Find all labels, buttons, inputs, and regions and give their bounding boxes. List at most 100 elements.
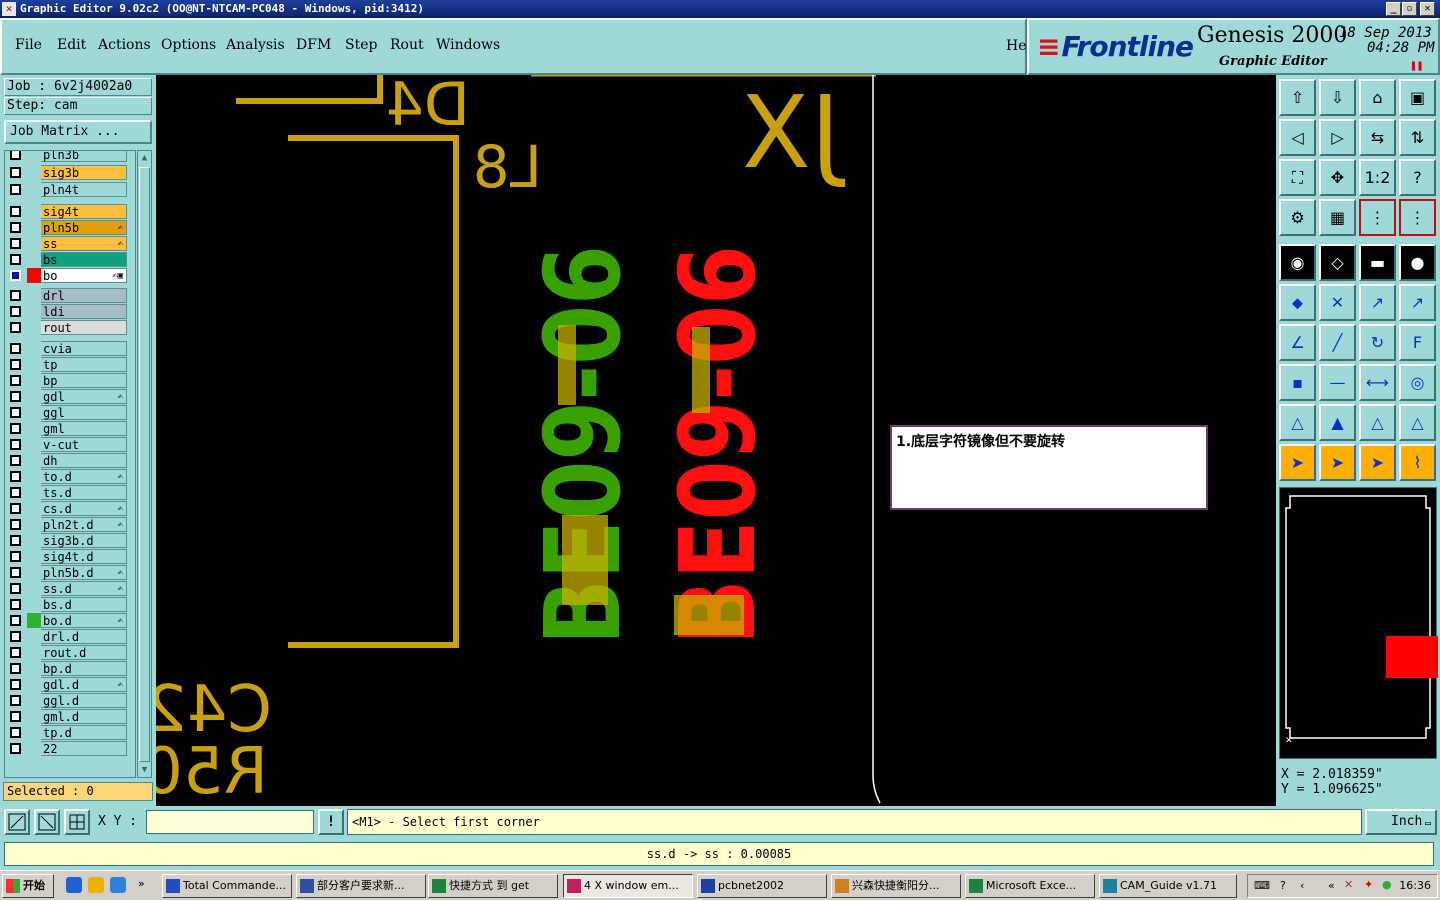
units-select[interactable]: Inch ▭: [1365, 809, 1437, 835]
net-icon[interactable]: ⬥: [1279, 284, 1316, 321]
scale-1-2-icon[interactable]: 1:2: [1359, 159, 1396, 196]
layer-row[interactable]: ss ✍: [5, 236, 135, 251]
tray-app-icon[interactable]: ✦: [1364, 878, 1373, 891]
scroll-up-icon[interactable]: ▲: [139, 151, 150, 165]
point-move-icon[interactable]: ↗: [1399, 284, 1436, 321]
ie-icon[interactable]: [110, 877, 126, 893]
keyboard-icon[interactable]: ⌨: [1254, 879, 1270, 892]
minimize-button[interactable]: _: [1386, 2, 1401, 16]
layer-checkbox[interactable]: [10, 679, 21, 690]
layer-checkbox[interactable]: [10, 423, 21, 434]
layer-row[interactable]: ggl: [5, 405, 135, 420]
scroll-thumb[interactable]: [139, 167, 150, 762]
menu-edit[interactable]: Edit: [57, 37, 86, 53]
close-button[interactable]: ✕: [1420, 2, 1435, 16]
layer-checkbox[interactable]: [10, 322, 21, 333]
angle-icon[interactable]: ∠: [1279, 324, 1316, 361]
cross-icon[interactable]: ✕: [1319, 284, 1356, 321]
fit-icon[interactable]: ⛶: [1279, 159, 1316, 196]
home-icon[interactable]: ⌂: [1359, 79, 1396, 116]
xwin-icon[interactable]: ✕: [1344, 878, 1353, 891]
snap-grid-icon[interactable]: [64, 809, 90, 835]
line-point-icon[interactable]: ↗: [1359, 284, 1396, 321]
layer-checkbox[interactable]: [10, 151, 21, 160]
layer-row[interactable]: v-cut: [5, 437, 135, 452]
layer-list-scrollbar[interactable]: ▲ ▼: [137, 150, 152, 778]
layer-row[interactable]: pln4t: [5, 182, 135, 197]
layer-checkbox[interactable]: [10, 599, 21, 610]
layer-row[interactable]: 22: [5, 741, 135, 756]
layer-row[interactable]: sig3b.d: [5, 533, 135, 548]
layer-row[interactable]: to.d ✍: [5, 469, 135, 484]
tray-more-icon[interactable]: «: [1328, 879, 1335, 892]
quicklaunch-more-icon[interactable]: »: [138, 877, 145, 890]
taskbar-item[interactable]: 快捷方式 到 get: [428, 874, 558, 898]
dot-icon[interactable]: ●: [1399, 244, 1436, 281]
layer-row[interactable]: gml: [5, 421, 135, 436]
layer-checkbox[interactable]: [10, 206, 21, 217]
layer-row[interactable]: pln3b: [5, 151, 135, 162]
pad-icon[interactable]: ▪: [1279, 364, 1316, 401]
layer-checkbox[interactable]: [10, 535, 21, 546]
ruler-icon[interactable]: ▬: [1359, 244, 1396, 281]
layer-checkbox[interactable]: [10, 551, 21, 562]
layer-row[interactable]: bo.d ✍: [5, 613, 135, 628]
layer-checkbox[interactable]: [10, 407, 21, 418]
layer-checkbox[interactable]: [10, 391, 21, 402]
check-in-icon[interactable]: ⇩: [1319, 79, 1356, 116]
layer-row[interactable]: pln5b.d ✍: [5, 565, 135, 580]
import-icon[interactable]: ◁: [1279, 119, 1316, 156]
layer-row[interactable]: cs.d ✍: [5, 501, 135, 516]
layer-checkbox[interactable]: [10, 270, 21, 281]
pause-icon[interactable]: ❚❚: [1410, 59, 1423, 72]
taskbar-item[interactable]: 部分客户要求新...: [296, 874, 426, 898]
layer-checkbox[interactable]: [10, 306, 21, 317]
layer-row[interactable]: ggl.d: [5, 693, 135, 708]
layer-checkbox[interactable]: [10, 503, 21, 514]
text-f-icon[interactable]: F: [1399, 324, 1436, 361]
layer-row[interactable]: bo ✍▣: [5, 268, 135, 283]
layer-row[interactable]: sig4t: [5, 204, 135, 219]
maximize-button[interactable]: ▫: [1402, 2, 1417, 16]
taskbar-item[interactable]: 兴森快捷衡阳分...: [831, 874, 961, 898]
taskbar-item[interactable]: Total Commande...: [162, 874, 292, 898]
tray-expand-icon[interactable]: ‹: [1300, 879, 1304, 892]
window-icon[interactable]: ▣: [1399, 79, 1436, 116]
layer-checkbox[interactable]: [10, 359, 21, 370]
menu-step[interactable]: Step: [345, 37, 377, 53]
layer-row[interactable]: sig4t.d: [5, 549, 135, 564]
taskbar-item[interactable]: 4 X window em...: [563, 874, 693, 898]
taskbar-item[interactable]: pcbnet2002: [697, 874, 827, 898]
annotation-note[interactable]: 1.底层字符镜像但不要旋转: [890, 425, 1208, 510]
network-icon[interactable]: ●: [1382, 878, 1392, 891]
rectangle-icon[interactable]: ◇: [1319, 244, 1356, 281]
layer-row[interactable]: ss.d ✍: [5, 581, 135, 596]
layer-row[interactable]: tp.d: [5, 725, 135, 740]
minus-icon[interactable]: —: [1319, 364, 1356, 401]
layers-red2-icon[interactable]: ⋮: [1399, 199, 1436, 236]
tri3-icon[interactable]: △: [1359, 404, 1396, 441]
layer-checkbox[interactable]: [10, 695, 21, 706]
center-icon[interactable]: ✥: [1319, 159, 1356, 196]
open-job-icon[interactable]: ⇧: [1279, 79, 1316, 116]
tri4-icon[interactable]: △: [1399, 404, 1436, 441]
layer-checkbox[interactable]: [10, 184, 21, 195]
layer-row[interactable]: ts.d: [5, 485, 135, 500]
layer-row[interactable]: dh: [5, 453, 135, 468]
measure-icon[interactable]: ⟷: [1359, 364, 1396, 401]
layer-checkbox[interactable]: [10, 167, 21, 178]
layer-row[interactable]: tp: [5, 357, 135, 372]
layer-checkbox[interactable]: [10, 663, 21, 674]
layer-row[interactable]: bp: [5, 373, 135, 388]
circles-icon[interactable]: ◎: [1399, 364, 1436, 401]
menu-actions[interactable]: Actions: [98, 37, 151, 53]
layer-checkbox[interactable]: [10, 519, 21, 530]
layer-row[interactable]: gml.d: [5, 709, 135, 724]
snapshot-icon[interactable]: ◉: [1279, 244, 1316, 281]
layer-row[interactable]: gdl ✍: [5, 389, 135, 404]
layer-row[interactable]: cvia: [5, 341, 135, 356]
pointer-box2-icon[interactable]: ➤: [1359, 444, 1396, 481]
graphic-canvas[interactable]: D4 L8 JX C42 R50 BE09-06 BE09-06 1.底层字符镜…: [156, 75, 1276, 806]
tri1-icon[interactable]: △: [1279, 404, 1316, 441]
layer-checkbox[interactable]: [10, 439, 21, 450]
